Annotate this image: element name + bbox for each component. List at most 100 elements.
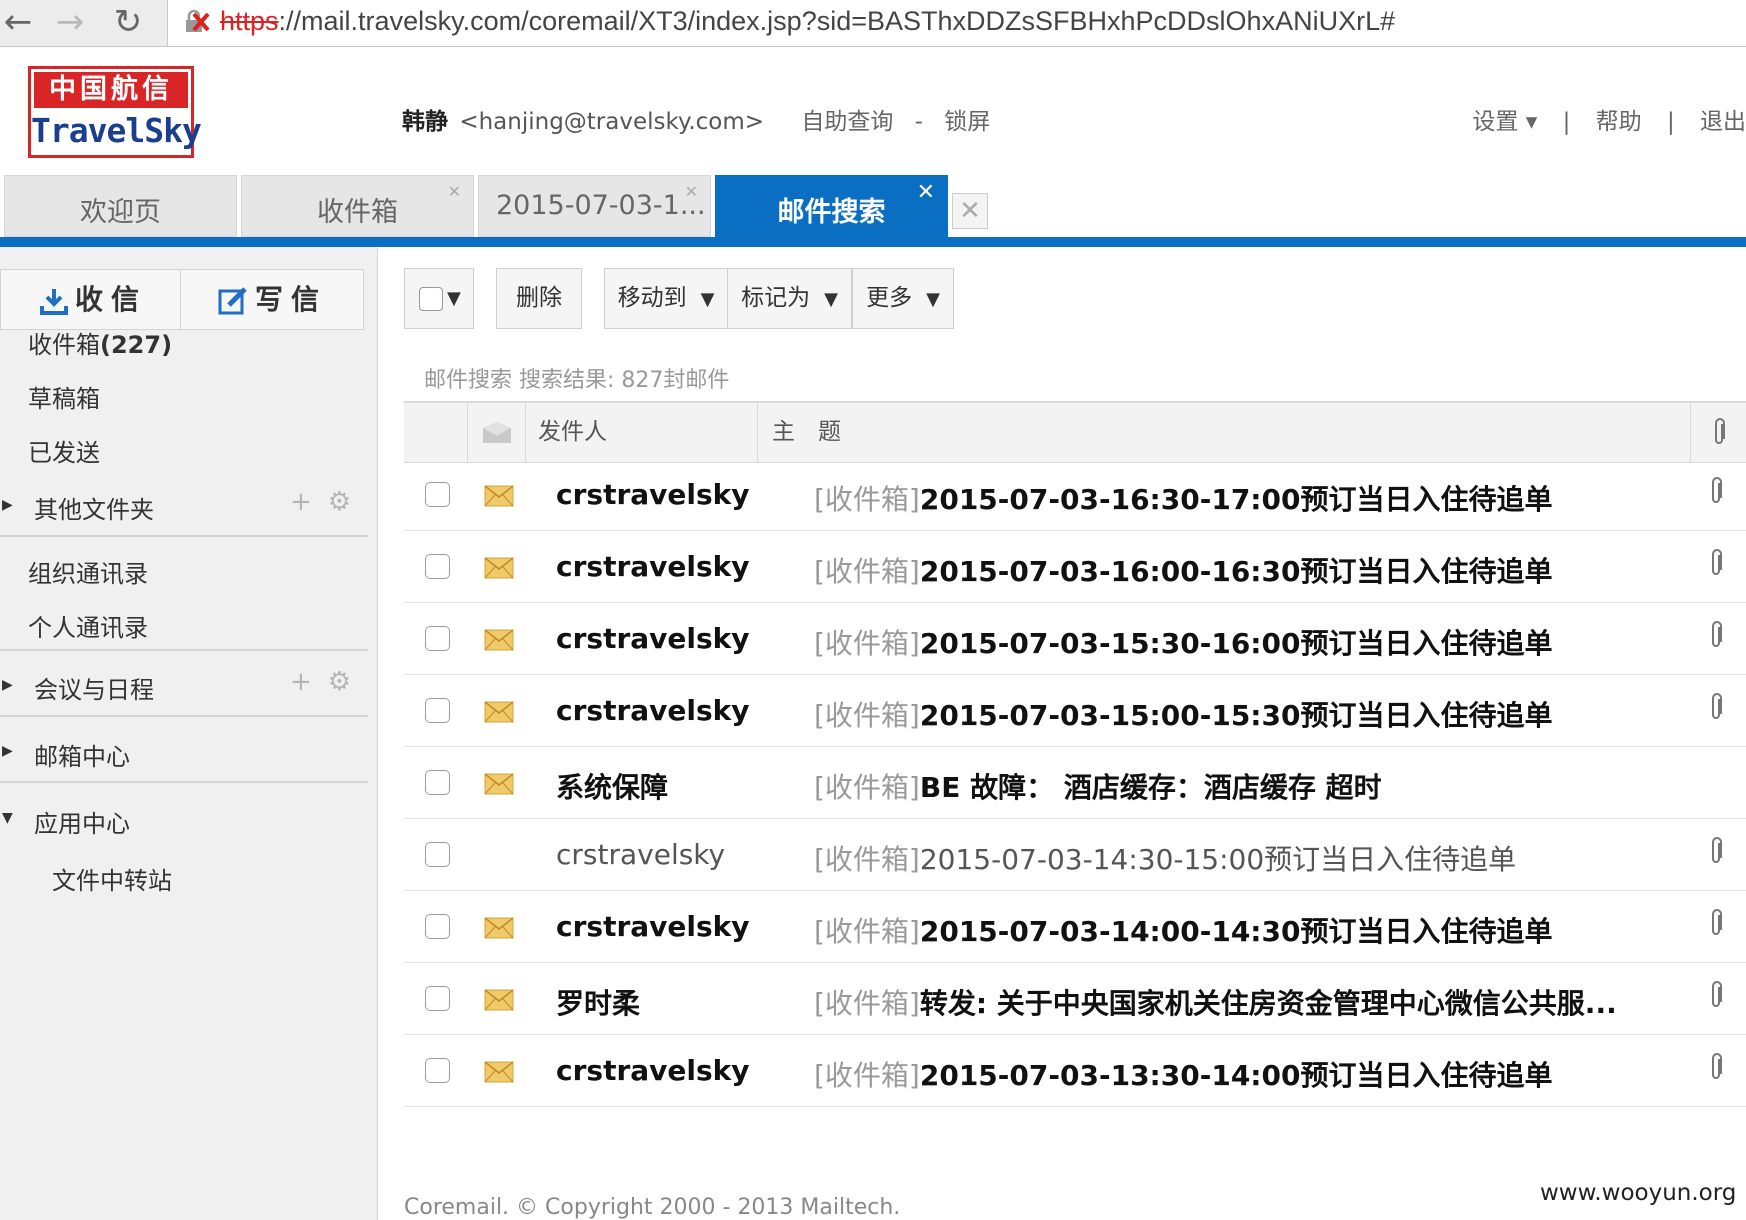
sender-name[interactable]: 系统保障	[556, 766, 668, 806]
mark-as-label: 标记为	[741, 285, 811, 311]
subject[interactable]: [收件箱]2015-07-03-15:30-16:00预订当日入住待追单	[814, 622, 1552, 662]
sidebar-item-inbox[interactable]: 收件箱(227)	[28, 325, 172, 360]
self-query-link[interactable]: 自助查询	[801, 109, 893, 135]
address-bar[interactable]: https://mail.travelsky.com/coremail/XT3/…	[167, 0, 1746, 46]
row-checkbox[interactable]	[425, 554, 450, 579]
table-row[interactable]: crstravelsky [收件箱]2015-07-03-16:00-16:30预…	[404, 531, 1746, 603]
move-to-button[interactable]: 移动到 ▼	[604, 268, 728, 329]
sidebar-item-other-folders[interactable]: 其他文件夹	[34, 490, 154, 525]
sidebar-item-org-contacts[interactable]: 组织通讯录	[28, 554, 148, 589]
sidebar-item-meetings[interactable]: 会议与日程	[34, 670, 154, 705]
expand-arrow-icon[interactable]: ▶	[2, 497, 13, 513]
close-icon[interactable]: ✕	[685, 182, 698, 201]
sidebar-item-file-transfer[interactable]: 文件中转站	[52, 861, 172, 896]
sender-name[interactable]: 罗时柔	[556, 982, 640, 1022]
back-arrow-icon[interactable]: ←	[0, 4, 36, 40]
table-row[interactable]: crstravelsky [收件箱]2015-07-03-14:00-14:30预…	[404, 891, 1746, 963]
delete-button[interactable]: 删除	[496, 268, 582, 329]
table-row[interactable]: 罗时柔 [收件箱]转发: 关于中央国家机关住房资金管理中心微信公共服...	[404, 963, 1746, 1035]
subject-column-header[interactable]: 主 题	[758, 403, 1550, 462]
logout-link[interactable]: 退出	[1700, 109, 1746, 135]
expand-arrow-icon[interactable]: ▶	[2, 677, 13, 693]
url-rest: ://mail.travelsky.com/coremail/XT3/index…	[278, 6, 1396, 36]
select-all-checkbox[interactable]	[419, 287, 443, 311]
paperclip-icon	[1712, 693, 1722, 719]
row-checkbox[interactable]	[425, 482, 450, 507]
table-row[interactable]: crstravelsky [收件箱]2015-07-03-13:30-14:00预…	[404, 1035, 1746, 1107]
subject[interactable]: [收件箱]2015-07-03-16:30-17:00预订当日入住待追单	[814, 478, 1552, 518]
expand-arrow-icon[interactable]: ▶	[2, 743, 13, 759]
settings-link[interactable]: 设置 ▾	[1472, 109, 1537, 135]
write-button[interactable]: 写信	[181, 270, 363, 329]
tab-mail-search[interactable]: 邮件搜索 ✕	[715, 175, 948, 237]
table-row[interactable]: 系统保障 [收件箱]BE 故障： 酒店缓存：酒店缓存 超时	[404, 747, 1746, 819]
attachment-column-header[interactable]	[1690, 403, 1746, 462]
row-checkbox[interactable]	[425, 842, 450, 867]
divider	[0, 715, 368, 717]
subject-text: 2015-07-03-13:30-14:00预订当日入住待追单	[919, 1059, 1553, 1092]
envelope-icon[interactable]	[484, 557, 514, 579]
table-row[interactable]: crstravelsky [收件箱]2015-07-03-16:30-17:00预…	[404, 459, 1746, 531]
add-icon[interactable]: +	[290, 487, 312, 517]
envelope-icon[interactable]	[484, 701, 514, 723]
row-checkbox[interactable]	[425, 626, 450, 651]
envelope-open-icon	[483, 422, 511, 443]
sidebar-item-sent[interactable]: 已发送	[28, 433, 100, 468]
subject[interactable]: [收件箱]2015-07-03-14:00-14:30预订当日入住待追单	[814, 910, 1552, 950]
tab-inbox[interactable]: 收件箱 ✕	[241, 175, 474, 237]
subject[interactable]: [收件箱]转发: 关于中央国家机关住房资金管理中心微信公共服...	[814, 982, 1617, 1022]
sidebar-item-mailbox-center[interactable]: 邮箱中心	[34, 737, 130, 772]
envelope-icon[interactable]	[484, 1061, 514, 1083]
add-icon[interactable]: +	[290, 667, 312, 697]
collapse-arrow-icon[interactable]: ▼	[2, 810, 13, 826]
sender-column-header[interactable]: 发件人	[526, 403, 758, 462]
envelope-icon[interactable]	[484, 917, 514, 939]
mark-as-button[interactable]: 标记为 ▼	[727, 268, 852, 329]
more-button[interactable]: 更多 ▼	[852, 268, 954, 329]
sidebar-item-app-center[interactable]: 应用中心	[34, 804, 130, 839]
sender-name[interactable]: crstravelsky	[556, 622, 750, 655]
subject[interactable]: [收件箱]BE 故障： 酒店缓存：酒店缓存 超时	[814, 766, 1382, 806]
reload-icon[interactable]: ↻	[110, 4, 146, 40]
travelsky-logo: 中国航信 TravelSky	[28, 66, 202, 158]
sender-name[interactable]: crstravelsky	[556, 1054, 750, 1087]
watermark: www.wooyun.org	[1540, 1180, 1737, 1206]
subject[interactable]: [收件箱]2015-07-03-15:00-15:30预订当日入住待追单	[814, 694, 1552, 734]
sender-name[interactable]: crstravelsky	[556, 478, 750, 511]
table-row[interactable]: crstravelsky [收件箱]2015-07-03-15:30-16:00预…	[404, 603, 1746, 675]
envelope-icon[interactable]	[484, 773, 514, 795]
sidebar-item-drafts[interactable]: 草稿箱	[28, 379, 100, 414]
sender-name[interactable]: crstravelsky	[556, 910, 750, 943]
close-icon[interactable]: ✕	[448, 182, 461, 201]
select-all-dropdown[interactable]: ▼	[404, 268, 474, 329]
read-status-column-header[interactable]	[468, 403, 526, 462]
close-all-tabs-icon[interactable]: ✕	[952, 193, 988, 229]
envelope-icon[interactable]	[484, 485, 514, 507]
gear-icon[interactable]: ⚙	[328, 667, 351, 697]
tab-welcome[interactable]: 欢迎页	[4, 175, 237, 237]
row-checkbox[interactable]	[425, 1058, 450, 1083]
subject[interactable]: [收件箱]2015-07-03-13:30-14:00预订当日入住待追单	[814, 1054, 1552, 1094]
row-checkbox[interactable]	[425, 770, 450, 795]
envelope-icon[interactable]	[484, 629, 514, 651]
forward-arrow-icon[interactable]: →	[52, 4, 88, 40]
subject[interactable]: [收件箱]2015-07-03-16:00-16:30预订当日入住待追单	[814, 550, 1552, 590]
row-checkbox[interactable]	[425, 698, 450, 723]
sender-name[interactable]: crstravelsky	[556, 838, 725, 871]
gear-icon[interactable]: ⚙	[328, 487, 351, 517]
lock-screen-link[interactable]: 锁屏	[944, 109, 990, 135]
help-link[interactable]: 帮助	[1596, 109, 1642, 135]
row-checkbox[interactable]	[425, 986, 450, 1011]
sender-name[interactable]: crstravelsky	[556, 550, 750, 583]
tab-mail-detail[interactable]: 2015-07-03-1... ✕	[478, 175, 711, 237]
row-checkbox[interactable]	[425, 914, 450, 939]
table-row[interactable]: crstravelsky [收件箱]2015-07-03-14:30-15:00预…	[404, 819, 1746, 891]
envelope-icon[interactable]	[484, 989, 514, 1011]
receive-button[interactable]: 收信	[1, 270, 181, 329]
close-icon[interactable]: ✕	[917, 180, 935, 205]
sidebar-item-personal-contacts[interactable]: 个人通讯录	[28, 608, 148, 643]
subject[interactable]: [收件箱]2015-07-03-14:30-15:00预订当日入住待追单	[814, 838, 1516, 878]
table-row[interactable]: crstravelsky [收件箱]2015-07-03-15:00-15:30预…	[404, 675, 1746, 747]
subject-text: 2015-07-03-14:00-14:30预订当日入住待追单	[919, 915, 1553, 948]
sender-name[interactable]: crstravelsky	[556, 694, 750, 727]
